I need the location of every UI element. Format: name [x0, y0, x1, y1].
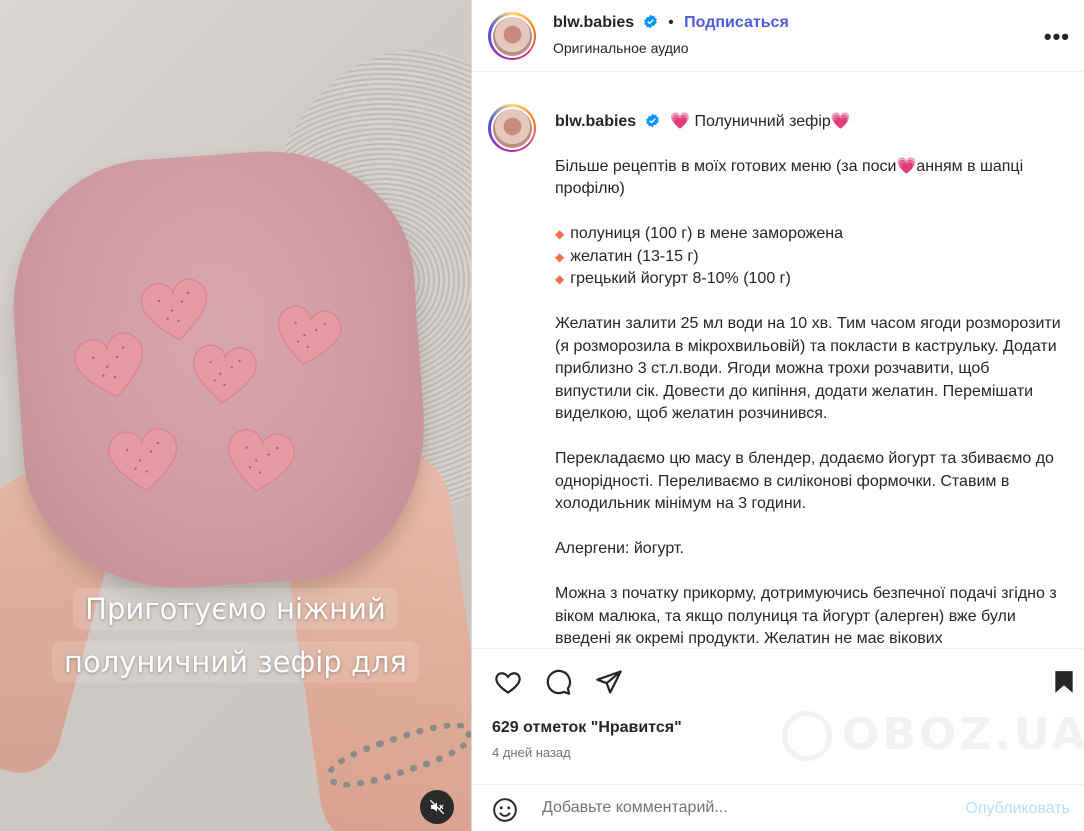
- video-caption-line-2: полуничний зефір для: [0, 641, 471, 683]
- more-options-icon[interactable]: •••: [1044, 24, 1070, 50]
- bookmark-icon: [1055, 671, 1073, 693]
- post-header: blw.babies • Подписаться Оригинальное ау…: [472, 0, 1084, 72]
- separator-dot: •: [668, 14, 674, 31]
- list-item: ◆ грецький йогурт 8-10% (100 г): [555, 270, 791, 287]
- verified-badge-icon: [645, 113, 659, 128]
- watermark: OBOZ.UA: [842, 709, 1084, 760]
- avatar[interactable]: [488, 104, 536, 152]
- follow-button[interactable]: Подписаться: [684, 14, 789, 31]
- post-actions: OBOZ.UA 629 отметок "Нравится" 4 дней на…: [472, 648, 1084, 831]
- ingredients-list: ◆ полуниця (100 г) в мене заморожена ◆ жел…: [555, 223, 1070, 291]
- caption-paragraph: Желатин залити 25 мл води на 10 хв. Тим …: [555, 315, 1061, 422]
- list-item: ◆ полуниця (100 г) в мене заморожена: [555, 225, 844, 242]
- post-title: 💗 Полуничний зефір💗: [670, 113, 851, 130]
- orange-diamond-icon: ◆: [555, 272, 565, 286]
- post-timestamp[interactable]: 4 дней назад: [492, 745, 571, 760]
- like-count[interactable]: 629 отметок "Нравится": [492, 719, 682, 737]
- reel-video[interactable]: Приготуємо ніжний полуничний зефір для: [0, 0, 471, 831]
- comment-icon: [546, 669, 572, 695]
- caption-section: blw.babies 💗 Полуничний зефір💗 Більше ре…: [472, 73, 1084, 648]
- emoji-icon: [493, 798, 517, 822]
- save-button[interactable]: [1048, 666, 1080, 698]
- verified-badge-icon: [643, 14, 657, 29]
- heart-marshmallow: [266, 294, 349, 377]
- avatar[interactable]: [488, 12, 536, 60]
- publish-button[interactable]: Опубликовать: [965, 800, 1070, 818]
- caption-paragraph: Алергени: йогурт.: [555, 540, 684, 557]
- heart-icon: [495, 672, 521, 694]
- share-button[interactable]: [593, 666, 625, 698]
- caption-intro: Більше рецептів в моїх готових меню (за …: [555, 157, 1024, 198]
- list-item: ◆ желатин (13-15 г): [555, 247, 699, 265]
- comment-input[interactable]: [542, 799, 942, 817]
- speaker-muted-icon: [429, 799, 445, 815]
- orange-diamond-icon: ◆: [555, 227, 565, 241]
- add-comment-bar: Опубликовать: [472, 784, 1084, 831]
- like-button[interactable]: [492, 666, 524, 698]
- mute-button[interactable]: [420, 790, 454, 824]
- heart-marshmallow: [102, 421, 187, 499]
- watermark-globe-icon: [782, 711, 832, 761]
- emoji-button[interactable]: [492, 797, 518, 828]
- caption-paragraph: Перекладаємо цю масу в блендер, додаємо …: [555, 450, 1054, 512]
- heart-marshmallow: [217, 420, 302, 502]
- post-caption: blw.babies 💗 Полуничний зефір💗 Більше ре…: [555, 111, 1070, 648]
- orange-diamond-icon: ◆: [555, 249, 565, 264]
- header-user-line: blw.babies • Подписаться: [553, 14, 789, 32]
- video-caption-line-1: Приготуємо ніжний: [0, 588, 471, 630]
- audio-label[interactable]: Оригинальное аудио: [553, 40, 689, 56]
- caption-paragraph: Можна з початку прикорму, дотримуючись б…: [555, 585, 1057, 647]
- post-details-panel: blw.babies • Подписаться Оригинальное ау…: [471, 0, 1084, 831]
- comment-button[interactable]: [542, 666, 574, 698]
- send-icon: [596, 670, 622, 694]
- header-username[interactable]: blw.babies: [553, 14, 634, 31]
- heart-marshmallow: [185, 335, 263, 413]
- caption-username[interactable]: blw.babies: [555, 113, 636, 130]
